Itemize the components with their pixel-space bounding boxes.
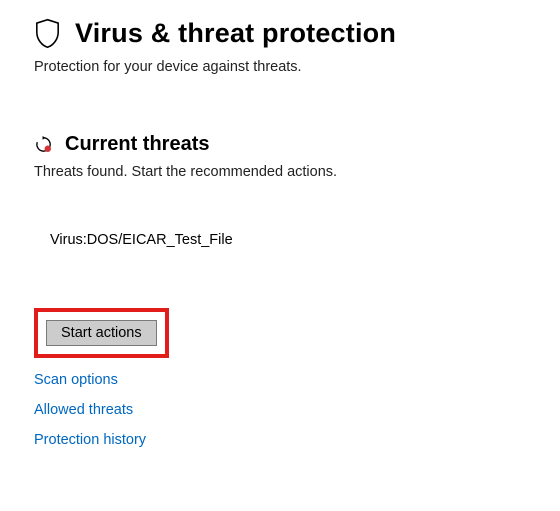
page-subtitle: Protection for your device against threa…: [34, 59, 526, 75]
current-threats-heading: Current threats: [65, 133, 209, 156]
start-actions-highlight: Start actions: [34, 308, 169, 358]
start-actions-button[interactable]: Start actions: [46, 320, 157, 346]
current-threats-status: Threats found. Start the recommended act…: [34, 164, 526, 180]
protection-history-link[interactable]: Protection history: [34, 432, 146, 448]
page-title: Virus & threat protection: [75, 18, 396, 49]
shield-icon: [34, 18, 61, 49]
scan-options-link[interactable]: Scan options: [34, 372, 118, 388]
page-header: Virus & threat protection: [34, 18, 526, 49]
allowed-threats-link[interactable]: Allowed threats: [34, 402, 133, 418]
refresh-alert-icon: [34, 135, 53, 154]
threat-item: Virus:DOS/EICAR_Test_File: [50, 232, 526, 248]
current-threats-header: Current threats: [34, 133, 526, 156]
